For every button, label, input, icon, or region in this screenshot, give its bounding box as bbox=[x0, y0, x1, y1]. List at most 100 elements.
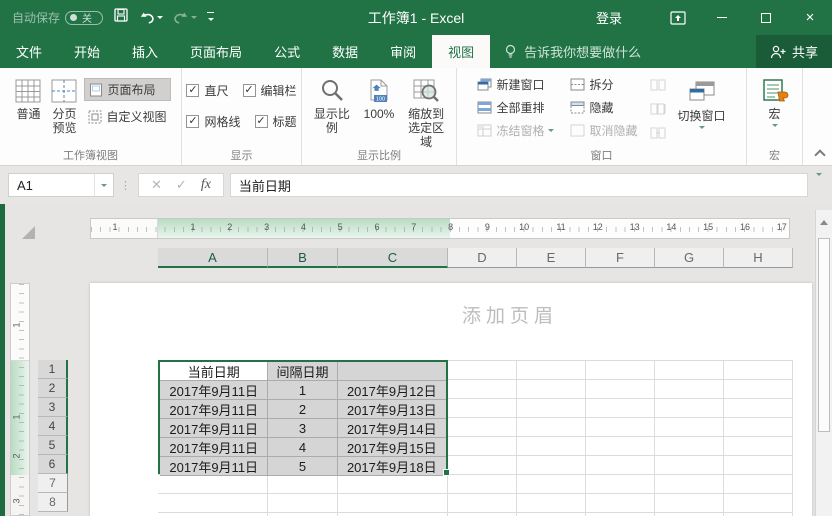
maximize-icon bbox=[761, 12, 771, 23]
undo-button[interactable] bbox=[139, 10, 164, 26]
column-header-D[interactable]: D bbox=[448, 248, 517, 268]
zoom-to-selection-button[interactable]: 缩放到 选定区域 bbox=[398, 72, 454, 152]
cell-B3[interactable]: 2 bbox=[268, 400, 338, 419]
row-header-2[interactable]: 2 bbox=[38, 379, 68, 398]
column-header-G[interactable]: G bbox=[655, 248, 724, 268]
zoom-100-button[interactable]: 100 100% bbox=[360, 72, 399, 124]
selected-range[interactable]: 当前日期 间隔日期 2017年9月11日 1 2017年9月12日 2017年9月11日 2… bbox=[158, 360, 450, 476]
fill-handle[interactable] bbox=[443, 469, 450, 476]
close-button[interactable]: × bbox=[788, 0, 832, 35]
scroll-up-button[interactable] bbox=[816, 210, 832, 234]
hide-button[interactable]: 隐藏 bbox=[566, 97, 641, 118]
formula-bar-resizer[interactable]: ⋮ bbox=[120, 179, 132, 192]
normal-view-button[interactable]: 普通 bbox=[10, 72, 46, 124]
page-layout-label: 页面布局 bbox=[107, 83, 156, 97]
tab-审阅[interactable]: 审阅 bbox=[374, 35, 432, 68]
formula-input[interactable]: 当前日期 bbox=[229, 173, 808, 197]
tab-数据[interactable]: 数据 bbox=[316, 35, 374, 68]
cell-C6[interactable]: 2017年9月18日 bbox=[337, 457, 446, 476]
row-header-8[interactable]: 8 bbox=[38, 493, 68, 512]
maximize-button[interactable] bbox=[744, 0, 788, 35]
cancel-entry-icon[interactable]: ✕ bbox=[151, 177, 162, 193]
tab-页面布局[interactable]: 页面布局 bbox=[174, 35, 258, 68]
row-header-4[interactable]: 4 bbox=[38, 417, 68, 436]
row-header-6[interactable]: 6 bbox=[38, 455, 68, 474]
cell-C3[interactable]: 2017年9月13日 bbox=[337, 400, 446, 419]
reset-window-position-button[interactable] bbox=[650, 126, 666, 144]
autosave-toggle[interactable]: 自动保存 关 bbox=[12, 9, 104, 26]
tab-插入[interactable]: 插入 bbox=[116, 35, 174, 68]
column-header-E[interactable]: E bbox=[517, 248, 586, 268]
redo-caret-icon bbox=[191, 16, 198, 22]
gridlines-checkbox[interactable]: ✓ 网格线 bbox=[186, 113, 241, 130]
zoom-100-label: 100% bbox=[363, 107, 395, 121]
column-header-C[interactable]: C bbox=[338, 248, 448, 268]
split-button[interactable]: 拆分 bbox=[566, 74, 641, 95]
zoom-button[interactable]: 显示比例 bbox=[304, 72, 360, 138]
unhide-button[interactable]: 取消隐藏 bbox=[566, 120, 641, 141]
row-header-5[interactable]: 5 bbox=[38, 436, 68, 455]
cell-B1[interactable]: 间隔日期 bbox=[268, 362, 338, 381]
cell-B6[interactable]: 5 bbox=[268, 457, 338, 476]
row-header-1[interactable]: 1 bbox=[38, 360, 68, 379]
cell-C5[interactable]: 2017年9月15日 bbox=[337, 438, 446, 457]
cell-A4[interactable]: 2017年9月11日 bbox=[160, 419, 269, 438]
name-box[interactable]: A1 bbox=[8, 173, 114, 197]
confirm-entry-icon[interactable]: ✓ bbox=[176, 177, 187, 193]
ribbon-display-options-button[interactable] bbox=[656, 0, 700, 35]
column-header-F[interactable]: F bbox=[586, 248, 655, 268]
cell-C4[interactable]: 2017年9月14日 bbox=[337, 419, 446, 438]
switch-windows-button[interactable]: 切换窗口 bbox=[674, 74, 730, 144]
arrange-all-button[interactable]: 全部重排 bbox=[473, 97, 558, 118]
column-header-B[interactable]: B bbox=[268, 248, 338, 268]
custom-views-button[interactable]: 自定义视图 bbox=[84, 106, 170, 127]
macros-button[interactable]: 宏 bbox=[757, 72, 793, 133]
cell-A2[interactable]: 2017年9月11日 bbox=[160, 381, 269, 400]
cell-C1[interactable] bbox=[337, 362, 446, 381]
undo-caret-icon bbox=[157, 16, 164, 22]
tab-公式[interactable]: 公式 bbox=[258, 35, 316, 68]
freeze-panes-button[interactable]: 冻结窗格 bbox=[473, 120, 558, 141]
save-icon[interactable] bbox=[113, 7, 129, 28]
add-header-placeholder[interactable]: 添加页眉 bbox=[420, 301, 600, 328]
ruler-checkbox[interactable]: ✓ 直尺 bbox=[186, 82, 229, 99]
cell-B4[interactable]: 3 bbox=[268, 419, 338, 438]
row-header-7[interactable]: 7 bbox=[38, 474, 68, 493]
column-header-A[interactable]: A bbox=[158, 248, 268, 268]
cell-A1[interactable]: 当前日期 bbox=[160, 362, 269, 381]
autosave-switch[interactable]: 关 bbox=[65, 10, 104, 25]
scrollbar-thumb[interactable] bbox=[818, 238, 830, 432]
cell-B2[interactable]: 1 bbox=[268, 381, 338, 400]
cell-B5[interactable]: 4 bbox=[268, 438, 338, 457]
tell-me-box[interactable]: 告诉我你想要做什么 bbox=[504, 35, 641, 68]
cell-A3[interactable]: 2017年9月11日 bbox=[160, 400, 269, 419]
page-break-preview-button[interactable]: 分页 预览 bbox=[46, 72, 82, 138]
collapse-ribbon-button[interactable] bbox=[815, 148, 824, 157]
customize-qat-button[interactable] bbox=[207, 11, 215, 24]
tab-开始[interactable]: 开始 bbox=[58, 35, 116, 68]
select-all-button[interactable] bbox=[22, 226, 35, 239]
share-button[interactable]: 共享 bbox=[755, 35, 832, 68]
tab-视图[interactable]: 视图 bbox=[432, 35, 491, 68]
formula-bar-checkbox[interactable]: ✓ 编辑栏 bbox=[242, 82, 297, 99]
vertical-scrollbar[interactable] bbox=[815, 210, 832, 516]
cell-C2[interactable]: 2017年9月12日 bbox=[337, 381, 446, 400]
new-window-button[interactable]: 新建窗口 bbox=[473, 74, 558, 95]
sign-in-button[interactable]: 登录 bbox=[596, 8, 622, 27]
minimize-button[interactable] bbox=[700, 0, 744, 35]
synchronous-scrolling-button[interactable] bbox=[650, 102, 666, 120]
tab-文件[interactable]: 文件 bbox=[0, 35, 58, 68]
redo-button[interactable] bbox=[173, 10, 198, 26]
cell-A5[interactable]: 2017年9月11日 bbox=[160, 438, 269, 457]
name-box-caret-icon[interactable] bbox=[94, 174, 113, 196]
hruler-number: 7 bbox=[411, 222, 417, 232]
grid-line bbox=[723, 361, 724, 516]
column-header-H[interactable]: H bbox=[724, 248, 793, 268]
view-side-by-side-button[interactable] bbox=[650, 78, 666, 96]
insert-function-icon[interactable]: fx bbox=[201, 177, 211, 193]
page-layout-view-button[interactable]: 页面布局 bbox=[84, 78, 171, 101]
row-header-3[interactable]: 3 bbox=[38, 398, 68, 417]
cell-A6[interactable]: 2017年9月11日 bbox=[160, 457, 269, 476]
formula-bar-expand-icon[interactable] bbox=[814, 173, 824, 196]
headings-checkbox[interactable]: ✓ 标题 bbox=[254, 113, 297, 130]
